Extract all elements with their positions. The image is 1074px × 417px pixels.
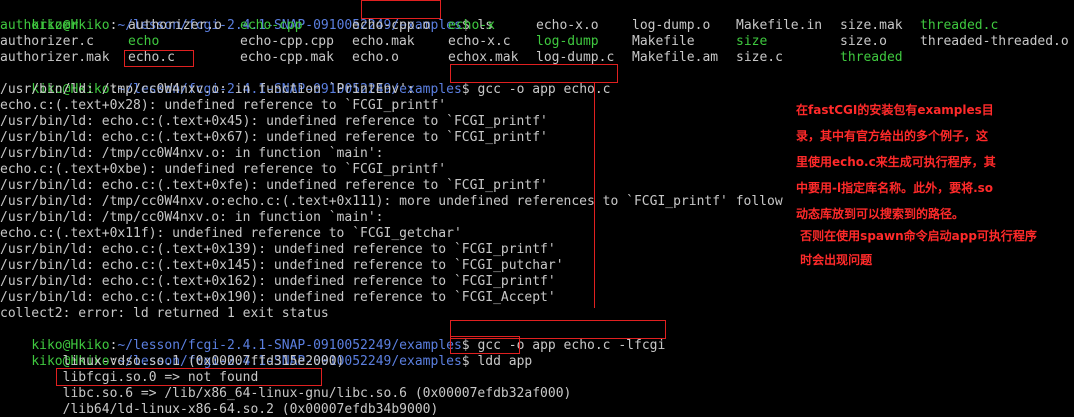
ls-entry: echo-x.c	[448, 34, 511, 49]
prompt-line-ls: kiko@Hkiko:~/lesson/fcgi-2.4.1-SNAP-0910…	[0, 2, 493, 33]
annotation-line: 中要用-l指定库名称。此外，要将.so	[796, 181, 994, 195]
ls-entry: log-dump.o	[632, 18, 711, 33]
annotation-line: 时会出现问题	[796, 253, 873, 267]
ls-row-1: authorizer authorizer.o echo-cpp echo-cp…	[0, 18, 1074, 34]
ls-entry: Makefile	[632, 34, 695, 49]
error-line: /usr/bin/ld: echo.c:(.text+0x139): undef…	[0, 242, 556, 257]
error-line: /usr/bin/ld: echo.c:(.text+0x190): undef…	[0, 290, 556, 305]
ls-entry: size.mak	[840, 18, 903, 33]
ls-entry: size.o	[840, 34, 887, 49]
error-line: echo.c:(.text+0x28): undefined reference…	[0, 98, 447, 113]
error-line: /usr/bin/ld: /tmp/cc0W4nxv.o:echo.c:(.te…	[0, 194, 783, 209]
error-line: /usr/bin/ld: echo.c:(.text+0x162): undef…	[0, 274, 556, 289]
ls-entry: authorizer.mak	[0, 50, 110, 65]
ls-entry: echo-cpp.o	[352, 18, 431, 33]
ls-entry: size	[736, 34, 768, 49]
prompt-line-gcc: kiko@Hkiko:~/lesson/fcgi-2.4.1-SNAP-0910…	[0, 66, 610, 97]
annotation-line: 录，其中有官方给出的多个例子，这	[796, 129, 989, 143]
error-line: /usr/bin/ld: echo.c:(.text+0xfe): undefi…	[0, 178, 548, 193]
ls-entry: log-dump.c	[536, 50, 615, 65]
ls-entry: echo-x	[448, 18, 495, 33]
error-line: /usr/bin/ld: /tmp/cc0W4nxv.o: in functio…	[0, 146, 384, 161]
ls-entry: echo.o	[352, 50, 399, 65]
command-gcc: gcc -o app echo.c	[477, 82, 611, 97]
ls-row-3: authorizer.mak echo.c echo-cpp.mak echo.…	[0, 50, 1074, 66]
error-line: echo.c:(.text+0xbe): undefined reference…	[0, 162, 447, 177]
error-line: /usr/bin/ld: echo.c:(.text+0x67): undefi…	[0, 130, 548, 145]
ls-entry: Makefile.in	[736, 18, 823, 33]
ls-entry: Makefile.am	[632, 50, 719, 65]
error-line: /usr/bin/ld: /tmp/cc0W4nxv.o: in functio…	[0, 82, 415, 97]
ls-entry: threaded	[840, 50, 903, 65]
prompt-line-gcc-lfcgi: kiko@Hkiko:~/lesson/fcgi-2.4.1-SNAP-0910…	[0, 322, 665, 353]
ls-entry: authorizer	[0, 18, 79, 33]
error-summary-line: collect2: error: ld returned 1 exit stat…	[0, 306, 329, 321]
ldd-output-line: /lib64/ld-linux-x86-64.so.2 (0x00007efdb…	[0, 402, 439, 417]
terminal-window[interactable]: kiko@Hkiko:~/lesson/fcgi-2.4.1-SNAP-0910…	[0, 0, 1074, 417]
ls-entry: echo-cpp.mak	[240, 50, 334, 65]
ls-row-2: authorizer.c echo echo-cpp.cpp echo.mak …	[0, 34, 1074, 50]
ldd-output-line: libc.so.6 => /lib/x86_64-linux-gnu/libc.…	[0, 386, 572, 401]
annotation-line: 动态库放到可以搜索到的路径。	[796, 207, 965, 221]
error-line: /usr/bin/ld: /tmp/cc0W4nxv.o: in functio…	[0, 210, 384, 225]
error-line: echo.c:(.text+0x11f): undefined referenc…	[0, 226, 462, 241]
annotation-line: 否则在使用spawn命令启动app可执行程序	[796, 229, 1037, 243]
error-line: /usr/bin/ld: echo.c:(.text+0x145): undef…	[0, 258, 564, 273]
ldd-output-line-not-found: libfcgi.so.0 => not found	[0, 370, 259, 385]
ls-entry: echo	[128, 34, 160, 49]
annotation-connector-line	[594, 82, 595, 308]
annotation-line: 里使用echo.c来生成可执行程序，其	[796, 155, 996, 169]
ls-entry: echo-cpp.cpp	[240, 34, 334, 49]
ls-entry: echox.mak	[448, 50, 519, 65]
ls-entry: authorizer.c	[0, 34, 94, 49]
ls-entry: echo-x.o	[536, 18, 599, 33]
command-ldd: ldd app	[477, 354, 533, 369]
error-line: /usr/bin/ld: echo.c:(.text+0x45): undefi…	[0, 114, 548, 129]
ls-entry: authorizer.o	[128, 18, 222, 33]
ls-entry: threaded.c	[920, 18, 999, 33]
prompt-dollar: $	[461, 354, 478, 369]
ls-entry: size.c	[736, 50, 783, 65]
annotation-line: 在fastCGI的安装包有examples目	[796, 103, 994, 117]
ls-entry: log-dump	[536, 34, 599, 49]
ls-entry-echo-c: echo.c	[128, 50, 175, 65]
prompt-dollar: $	[461, 82, 478, 97]
ls-entry: threaded-threaded.o	[920, 34, 1069, 49]
ldd-output-line: linux-vdso.so.1 (0x00007ffd315e2000)	[0, 354, 345, 369]
ls-entry: echo-cpp	[240, 18, 303, 33]
prompt-line-ldd: kiko@Hkiko:~/lesson/fcgi-2.4.1-SNAP-0910…	[0, 338, 532, 369]
ls-entry: echo.mak	[352, 34, 415, 49]
